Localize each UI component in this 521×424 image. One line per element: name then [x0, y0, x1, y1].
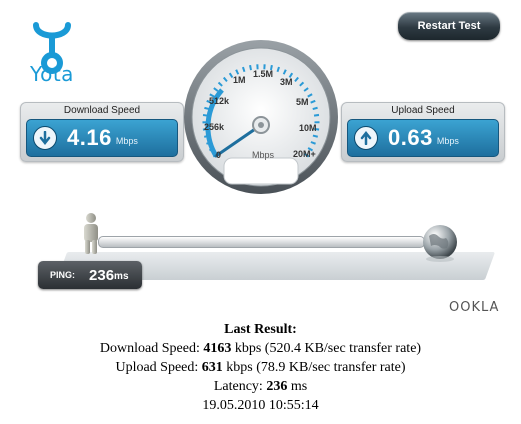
result-upload-label: Upload Speed:: [115, 360, 199, 375]
result-latency-label: Latency:: [213, 379, 263, 394]
upload-speed-title: Upload Speed: [391, 105, 455, 116]
restart-test-button[interactable]: Restart Test: [398, 12, 500, 40]
gauge-label-3m: 3M: [280, 77, 293, 87]
ping-box: PING: 236 ms: [38, 261, 142, 289]
gauge-label-1m: 1M: [233, 75, 246, 85]
download-speed-title: Download Speed: [63, 105, 141, 116]
result-upload-rest: kbps (78.9 KB/sec transfer rate): [226, 360, 406, 375]
last-result-heading: Last Result:: [224, 322, 297, 337]
ping-unit: ms: [114, 271, 129, 282]
track-bar: [98, 236, 425, 248]
upload-speed-panel: Upload Speed 0.63 Mbps: [341, 102, 505, 162]
result-latency-line: Latency: 236 ms: [0, 377, 521, 396]
download-speed-box: 4.16 Mbps: [26, 119, 178, 157]
ookla-logo: OOKLA: [449, 300, 500, 315]
gauge-label-5m: 5M: [296, 97, 309, 107]
ping-value: 236: [89, 266, 115, 284]
result-upload-value: 631: [201, 360, 223, 375]
result-download-line: Download Speed: 4163 kbps (520.4 KB/sec …: [0, 339, 521, 358]
person-icon: [84, 213, 98, 254]
gauge-unit-label: Mbps: [252, 150, 275, 160]
globe-icon: [423, 225, 457, 262]
upload-speed-box: 0.63 Mbps: [347, 119, 499, 157]
arrow-down-icon: [33, 126, 57, 150]
ping-label: PING:: [50, 270, 76, 280]
gauge-label-0: 0: [216, 150, 222, 160]
gauge-label-256k: 256k: [204, 122, 225, 132]
result-download-label: Download Speed:: [99, 341, 200, 356]
gauge-label-512k: 512k: [209, 96, 230, 106]
result-upload-line: Upload Speed: 631 kbps (78.9 KB/sec tran…: [0, 358, 521, 377]
download-speed-value: 4.16: [67, 125, 112, 150]
gauge-label-20m: 20M+: [293, 149, 316, 159]
download-speed-panel: Download Speed 4.16 Mbps: [20, 102, 184, 162]
result-latency-unit: ms: [290, 379, 308, 394]
gauge-label-10m: 10M: [299, 123, 317, 133]
brand-name: Yota: [30, 62, 74, 86]
gauge-label-1-5m: 1.5M: [253, 69, 274, 79]
result-download-value: 4163: [203, 341, 232, 356]
result-download-rest: kbps (520.4 KB/sec transfer rate): [234, 341, 422, 356]
upload-speed-unit: Mbps: [436, 136, 459, 146]
upload-speed-value: 0.63: [388, 125, 433, 150]
last-result-section: Last Result: Download Speed: 4163 kbps (…: [0, 320, 521, 415]
arrow-up-icon: [354, 126, 378, 150]
download-speed-unit: Mbps: [115, 136, 138, 146]
speed-gauge: 0 256k 512k 1M 1.5M 3M 5M 10M 20M+ Mbps: [182, 38, 340, 196]
result-latency-value: 236: [266, 379, 288, 394]
result-timestamp: 19.05.2010 10:55:14: [202, 398, 319, 413]
